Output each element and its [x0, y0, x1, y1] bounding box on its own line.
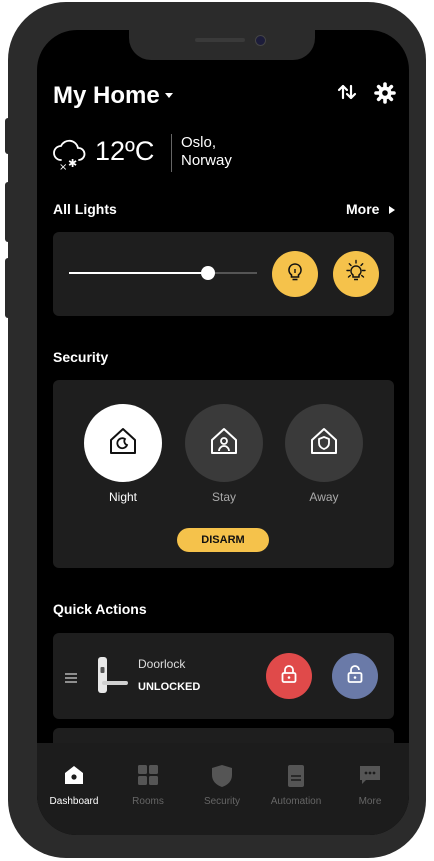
app-screen: My Home × ✱ 12ºC Oslo, Norway All Lights … [37, 30, 409, 835]
tab-more-label: More [358, 796, 382, 807]
doorlock-status: UNLOCKED [138, 681, 201, 693]
lock-open-icon [346, 664, 364, 689]
lock-button[interactable] [266, 653, 312, 699]
weather-divider [171, 134, 172, 172]
dashboard-icon [64, 765, 84, 790]
temperature-value: 12ºC [95, 136, 155, 166]
gear-icon[interactable] [374, 82, 396, 109]
doorlock-name: Doorlock [138, 657, 186, 671]
svg-text:×: × [59, 162, 67, 172]
tab-automation-label: Automation [270, 796, 322, 807]
mode-away-button[interactable] [285, 404, 363, 482]
tab-dashboard-label: Dashboard [49, 796, 99, 807]
mode-night-label: Night [108, 490, 137, 504]
mode-stay-label: Stay [211, 490, 236, 504]
tab-rooms[interactable]: Rooms [111, 743, 185, 813]
rooms-grid-icon [138, 765, 158, 790]
location-country: Norway [181, 152, 232, 169]
tab-rooms-label: Rooms [132, 796, 164, 807]
chat-dots-icon [359, 765, 381, 790]
cloud-snow-icon: × ✱ [51, 136, 89, 177]
notch [129, 30, 315, 60]
mode-night-button[interactable] [84, 404, 162, 482]
home-title[interactable]: My Home [53, 82, 160, 110]
drag-handle-icon[interactable] [65, 670, 77, 688]
brightness-slider-thumb[interactable] [201, 266, 216, 280]
lightbulb-off-icon [284, 261, 306, 288]
lightbulb-on-icon [343, 259, 369, 290]
shield-icon [212, 765, 232, 792]
security-card: Night Stay Away DISARM [53, 380, 394, 568]
lights-off-button[interactable] [272, 251, 318, 297]
home-moon-icon [106, 424, 140, 463]
home-person-icon [207, 424, 241, 463]
lights-more-link[interactable]: More [346, 201, 396, 217]
security-section-title: Security [53, 349, 109, 365]
disarm-button[interactable]: DISARM [177, 528, 269, 552]
tab-dashboard[interactable]: Dashboard [37, 743, 111, 813]
triangle-right-icon [389, 206, 396, 214]
doorlock-device-icon [95, 655, 131, 702]
quick-actions-section-title: Quick Actions [53, 601, 147, 617]
speaker-grille [195, 38, 245, 42]
tab-more[interactable]: More [333, 743, 407, 813]
lights-card [53, 232, 394, 316]
location-city: Oslo, [181, 134, 217, 151]
tab-security-label: Security [203, 796, 241, 807]
brightness-slider[interactable] [69, 266, 257, 280]
doorlock-card: Doorlock UNLOCKED [53, 633, 394, 719]
location-text: Oslo, Norway [181, 134, 232, 170]
more-label: More [346, 201, 380, 217]
lock-closed-icon [280, 664, 298, 689]
lights-on-button[interactable] [333, 251, 379, 297]
home-dropdown-caret-icon[interactable] [165, 93, 173, 98]
bottom-tab-bar: Dashboard Rooms Security Automation More [37, 743, 409, 835]
tab-automation[interactable]: Automation [259, 743, 333, 813]
lights-section-title: All Lights [53, 201, 117, 217]
home-shield-icon [307, 424, 341, 463]
automation-device-icon [287, 765, 305, 792]
svg-text:✱: ✱ [68, 157, 77, 170]
brightness-slider-fill [69, 272, 209, 274]
tab-security[interactable]: Security [185, 743, 259, 813]
swap-icon[interactable] [337, 82, 357, 107]
mode-away-label: Away [309, 490, 339, 504]
unlock-button[interactable] [332, 653, 378, 699]
mode-stay-button[interactable] [185, 404, 263, 482]
front-camera [255, 35, 266, 46]
